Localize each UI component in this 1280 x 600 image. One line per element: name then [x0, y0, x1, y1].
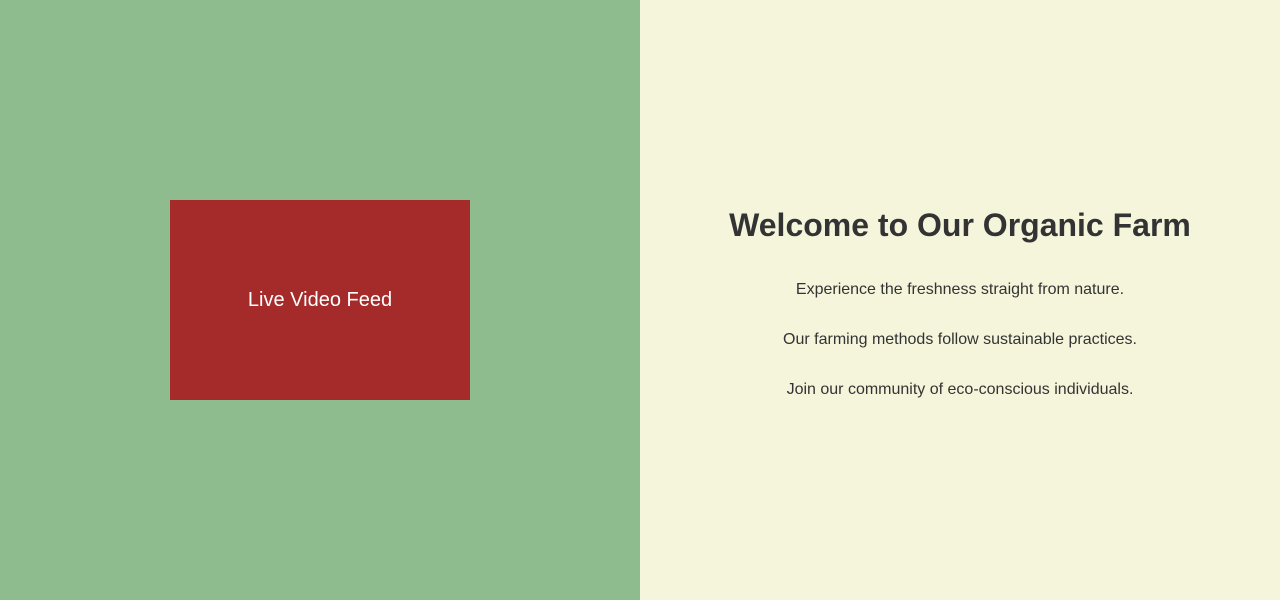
practices-paragraph: Our farming methods follow sustainable p… [783, 331, 1137, 348]
community-paragraph: Join our community of eco-conscious indi… [786, 381, 1134, 398]
video-panel: Live Video Feed [0, 0, 640, 600]
welcome-panel: Welcome to Our Organic Farm Experience t… [640, 0, 1280, 600]
video-feed-label: Live Video Feed [247, 288, 393, 311]
live-video-feed[interactable]: Live Video Feed [170, 200, 470, 400]
page: Live Video Feed Welcome to Our Organic F… [0, 0, 1280, 600]
page-title: Welcome to Our Organic Farm [729, 207, 1191, 243]
intro-paragraph: Experience the freshness straight from n… [795, 281, 1125, 298]
